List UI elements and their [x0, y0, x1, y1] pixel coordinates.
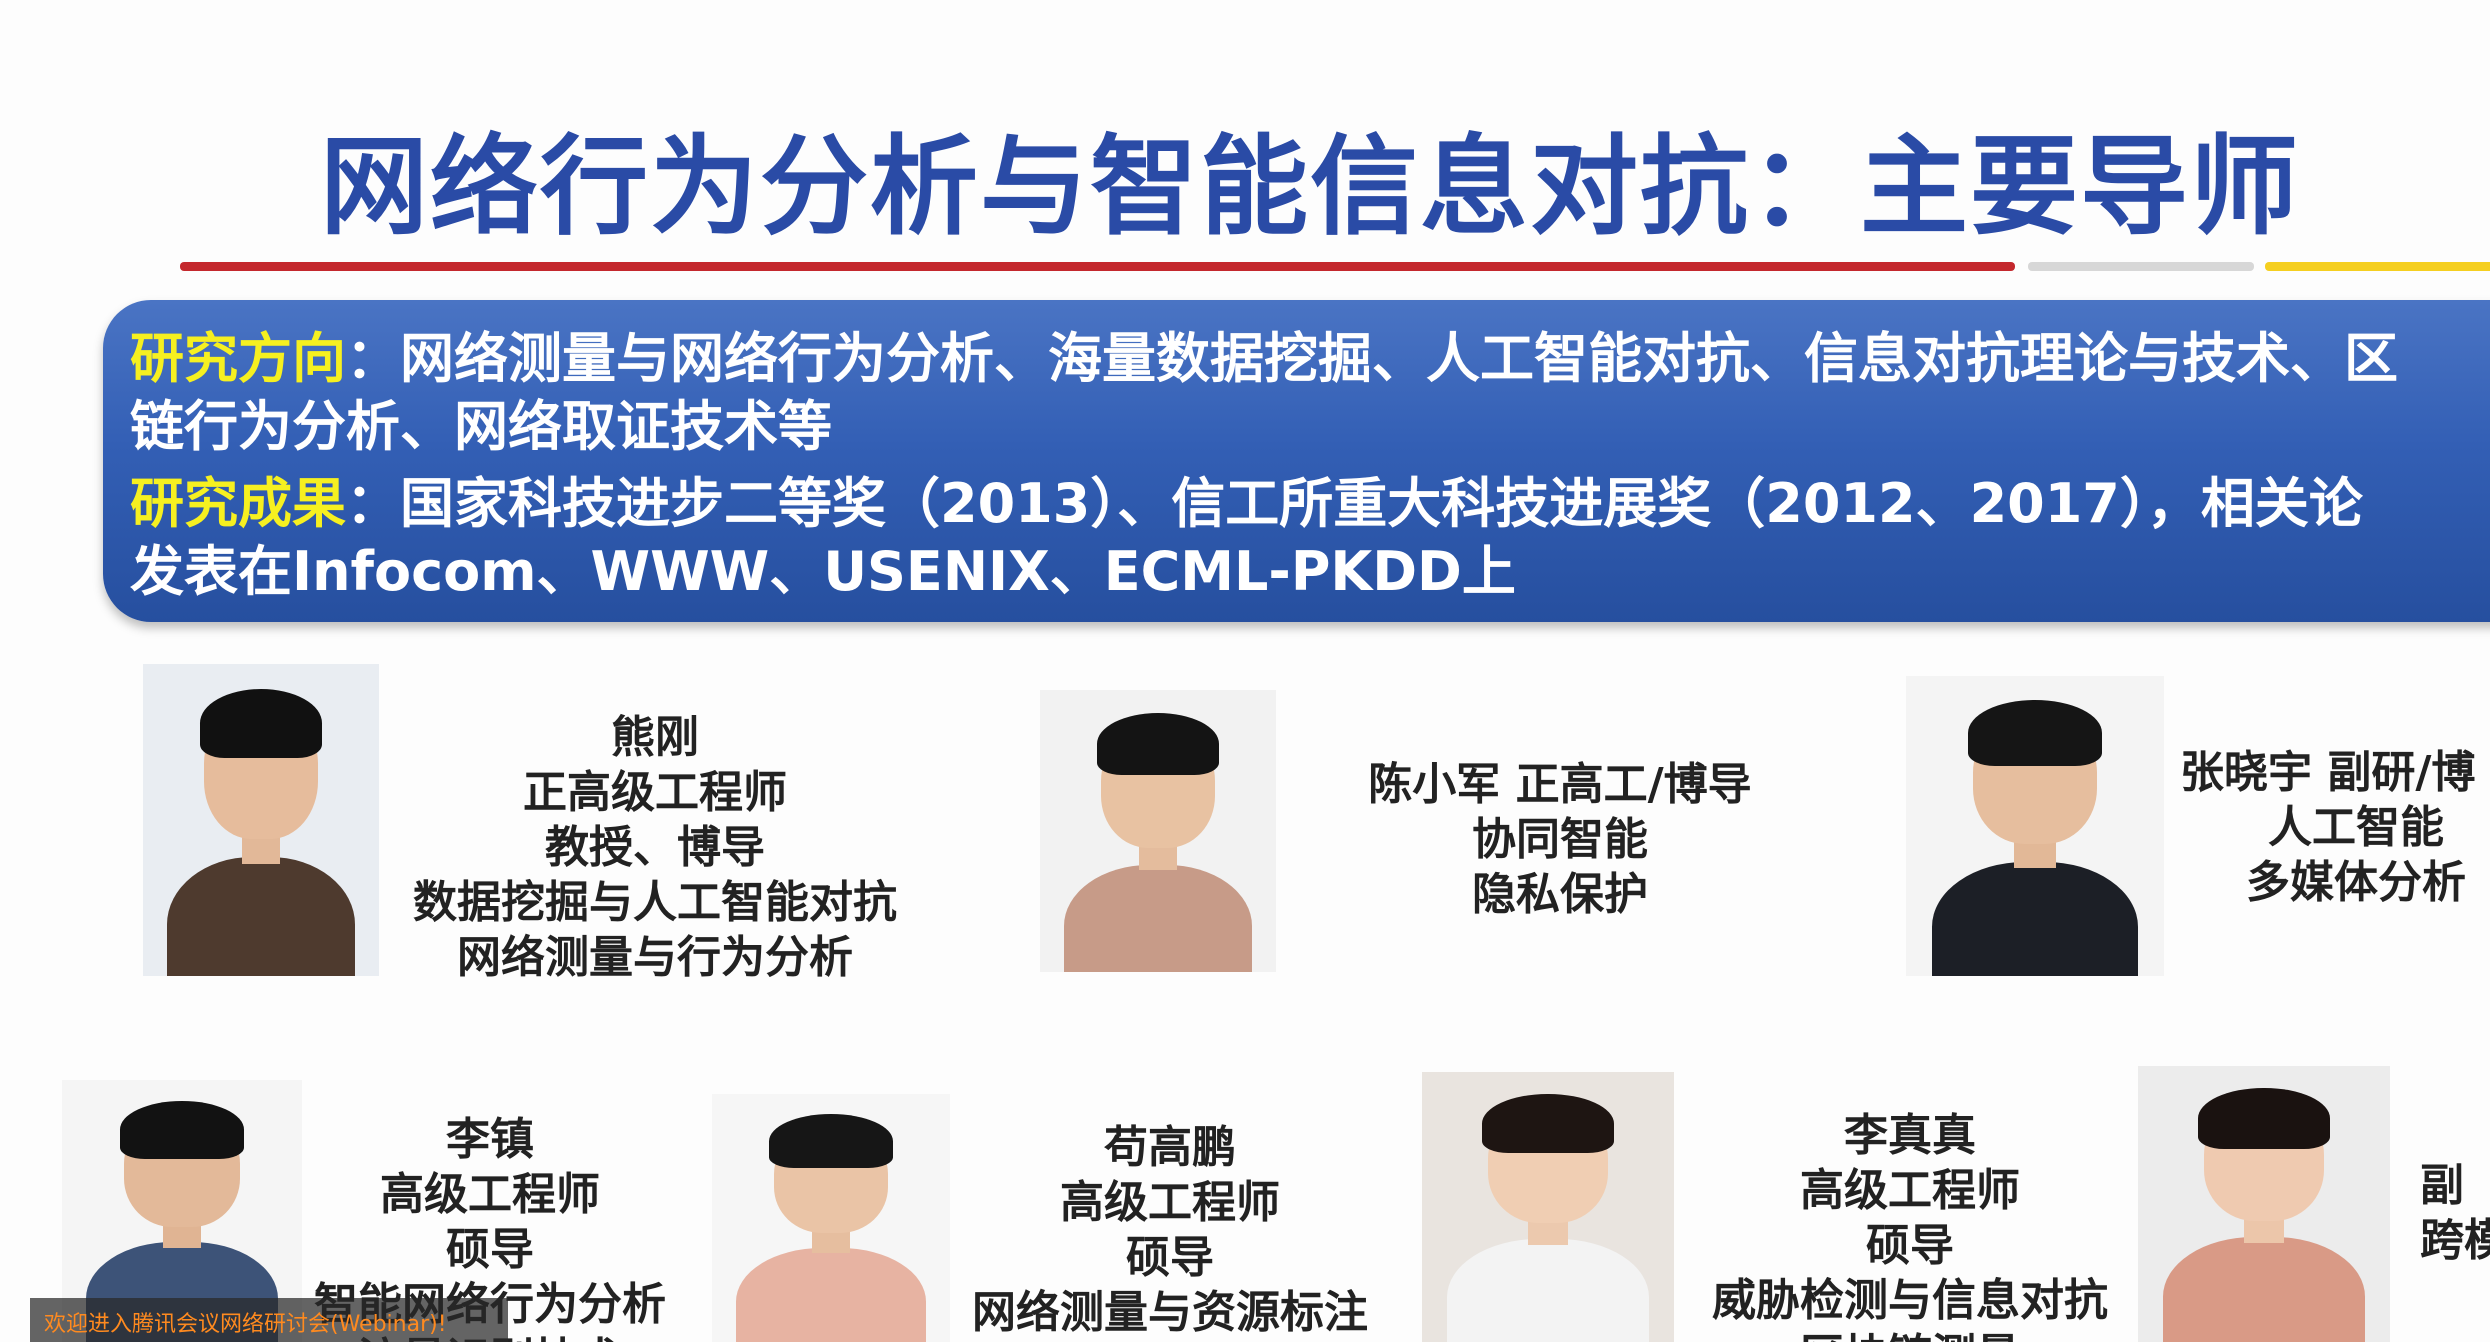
- research-direction-line-1: 研究方向：网络测量与网络行为分析、海量数据挖掘、人工智能对抗、信息对抗理论与技术…: [130, 325, 2398, 393]
- mentor-research: 跨模: [2420, 1215, 2490, 1266]
- mentor-caption-1: 熊刚 正高级工程师 教授、博导 数据挖掘与人工智能对抗 网络测量与行为分析: [400, 710, 910, 985]
- research-direction-line-2: 链行为分析、网络取证技术等: [130, 395, 832, 458]
- webinar-notice-text: 欢迎进入腾讯会议网络研讨会(Webinar)!: [44, 1312, 447, 1337]
- mentor-research: 数据挖掘与人工智能对抗: [413, 877, 897, 928]
- mentor-caption-2: 陈小军 正高工/博导 协同智能 隐私保护: [1340, 757, 1780, 922]
- mentor-role: 硕导: [1866, 1220, 1954, 1271]
- slide-title: 网络行为分析与智能信息对抗：主要导师: [319, 125, 2300, 250]
- mentor-research: 隐私保护: [1472, 869, 1648, 920]
- slide: 网络行为分析与智能信息对抗：主要导师 研究方向：网络测量与网络行为分析、海量数据…: [0, 0, 2490, 1342]
- mentor-research: 区块链测量: [1690, 1328, 2130, 1342]
- mentor-title: 高级工程师: [1060, 1177, 1280, 1228]
- separator: ：: [346, 472, 400, 535]
- mentor-photo-gou-gaopeng: [712, 1094, 950, 1342]
- mentor-name: 熊刚: [611, 712, 699, 763]
- mentor-name: 陈小军 正高工/博导: [1368, 759, 1752, 810]
- mentor-caption-6: 李真真 高级工程师 硕导 威胁检测与信息对抗 区块链测量: [1690, 1108, 2130, 1342]
- research-direction-text: 网络测量与网络行为分析、海量数据挖掘、人工智能对抗、信息对抗理论与技术、区: [400, 327, 2398, 390]
- title-underline-red: [180, 262, 2015, 271]
- mentor-role: 教授、博导: [545, 822, 765, 873]
- mentor-research: 网络测量与资源标注: [972, 1287, 1368, 1338]
- mentor-photo-zhang-xiaoyu: [1906, 676, 2164, 976]
- mentor-photo-li-zhenzhen: [1422, 1072, 1674, 1342]
- research-direction-label: 研究方向: [130, 327, 346, 390]
- mentor-title: 副: [2420, 1160, 2464, 1211]
- mentor-research: 威胁检测与信息对抗: [1712, 1275, 2108, 1326]
- mentor-name: 苟高鹏: [1104, 1122, 1236, 1173]
- mentor-photo-chen-xiaojun: [1040, 690, 1276, 972]
- mentor-name: 张晓宇 副研/博: [2180, 747, 2476, 798]
- title-underline-yellow: [2265, 262, 2490, 271]
- mentor-title: 正高级工程师: [523, 767, 787, 818]
- mentor-caption-3: 张晓宇 副研/博 人工智能 多媒体分析: [2180, 745, 2490, 910]
- webinar-notice-bar: 欢迎进入腾讯会议网络研讨会(Webinar)!: [30, 1298, 508, 1342]
- mentor-caption-7: 副 跨模: [2420, 1158, 2490, 1268]
- separator: ：: [346, 327, 400, 390]
- research-result-text: 国家科技进步二等奖（2013）、信工所重大科技进展奖（2012、2017），相关…: [400, 472, 2363, 535]
- mentor-photo-7: [2138, 1066, 2390, 1342]
- mentor-role: 硕导: [1126, 1232, 1214, 1283]
- mentor-research: 多媒体分析: [2246, 857, 2466, 908]
- mentor-research: 人工智能: [2268, 802, 2444, 853]
- mentor-caption-5: 苟高鹏 高级工程师 硕导 网络测量与资源标注: [960, 1120, 1380, 1340]
- mentor-title: 高级工程师: [1800, 1165, 2020, 1216]
- mentor-role: 硕导: [446, 1224, 534, 1275]
- mentor-name: 李镇: [446, 1114, 534, 1165]
- mentor-title: 高级工程师: [380, 1169, 600, 1220]
- mentor-research: 协同智能: [1472, 814, 1648, 865]
- research-result-line-2: 发表在Infocom、WWW、USENIX、ECML-PKDD上: [130, 540, 1516, 603]
- research-result-line-1: 研究成果：国家科技进步二等奖（2013）、信工所重大科技进展奖（2012、201…: [130, 470, 2363, 538]
- mentor-research: 网络测量与行为分析: [457, 932, 853, 983]
- mentor-name: 李真真: [1844, 1110, 1976, 1161]
- mentor-photo-xiong-gang: [143, 664, 379, 976]
- title-underline-grey: [2028, 262, 2254, 271]
- research-result-label: 研究成果: [130, 472, 346, 535]
